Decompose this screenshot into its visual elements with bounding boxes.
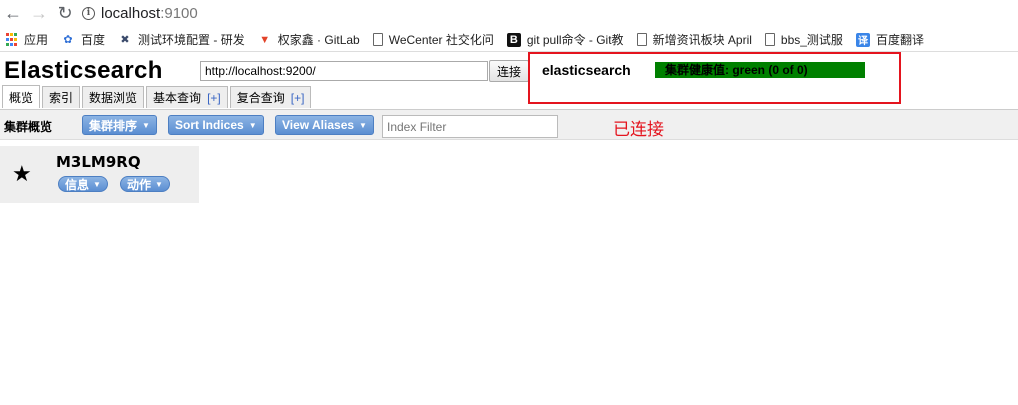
bookmark-test-env[interactable]: ✖ 测试环境配置 - 研发 [118, 31, 245, 48]
back-arrow-icon[interactable]: ← [0, 2, 26, 24]
url-field[interactable]: localhost:9100 [101, 5, 198, 22]
document-icon [764, 33, 775, 46]
bookmark-news-april[interactable]: 新增资讯板块 April [636, 31, 752, 48]
bookmark-bbs-test[interactable]: bbs_测试服 [764, 31, 843, 48]
bookmark-label: 权家鑫 · GitLab [277, 33, 360, 47]
sort-indices-dropdown[interactable]: Sort Indices ▼ [168, 115, 264, 135]
browser-address-bar: ← → ↻ i localhost:9100 [0, 0, 1018, 26]
dropdown-label: 集群排序 [89, 118, 138, 133]
bookmark-label: 应用 [24, 33, 49, 47]
master-star-icon: ★ [12, 161, 32, 186]
index-filter-input[interactable] [382, 115, 558, 138]
reload-icon[interactable]: ↻ [52, 2, 78, 24]
tab-label: 数据浏览 [89, 91, 138, 105]
baidu-paw-icon: ✿ [63, 34, 73, 46]
bookmark-label: bbs_测试服 [780, 33, 843, 47]
document-icon [372, 33, 383, 46]
tools-icon: ✖ [120, 34, 130, 46]
url-host: localhost [101, 4, 161, 22]
document-icon [636, 33, 647, 46]
bookmark-wecenter[interactable]: WeCenter 社交化问 [372, 31, 494, 48]
site-info-icon[interactable]: i [82, 6, 95, 20]
main-tabs: 概览 索引 数据浏览 基本查询 [+] 复合查询 [+] [0, 85, 312, 108]
caret-down-icon: ▼ [142, 120, 150, 130]
connect-button[interactable]: 连接 [489, 60, 529, 82]
pill-label: 信息 [65, 177, 90, 192]
caret-down-icon: ▼ [93, 179, 101, 189]
bold-b-icon: B [506, 32, 521, 47]
forward-arrow-icon[interactable]: → [26, 2, 52, 24]
bookmarks-bar: 应用 ✿ 百度 ✖ 测试环境配置 - 研发 ▼ 权家鑫 · GitLab WeC… [0, 28, 1018, 52]
caret-down-icon: ▼ [359, 120, 367, 130]
gitlab-icon: ▼ [259, 33, 271, 46]
tab-add-link[interactable]: [+] [207, 91, 221, 105]
tab-basic-query[interactable]: 基本查询 [+] [146, 86, 228, 108]
bookmark-label: git pull命令 - Git教 [526, 33, 624, 47]
toolbar-title: 集群概览 [4, 120, 53, 134]
bookmark-gitlab[interactable]: ▼ 权家鑫 · GitLab [258, 31, 360, 48]
sort-cluster-dropdown[interactable]: 集群排序 ▼ [82, 115, 157, 135]
caret-down-icon: ▼ [248, 120, 257, 130]
dropdown-label: View Aliases [282, 118, 355, 132]
bookmark-git-pull[interactable]: B git pull命令 - Git教 [506, 31, 624, 48]
tab-label: 索引 [49, 91, 74, 105]
connect-url-input[interactable] [200, 61, 488, 81]
node-info-button[interactable]: 信息 ▼ [58, 176, 108, 192]
bookmark-label: WeCenter 社交化问 [388, 33, 494, 47]
tab-label: 复合查询 [236, 91, 285, 105]
tab-label: 基本查询 [153, 91, 202, 105]
node-card: ★ M3LM9RQ 信息 ▼ 动作 ▼ [0, 146, 199, 203]
tab-add-link[interactable]: [+] [291, 91, 305, 105]
node-name: M3LM9RQ [56, 153, 141, 171]
bookmark-apps[interactable]: 应用 [4, 31, 48, 48]
bookmark-baidu[interactable]: ✿ 百度 [61, 31, 105, 48]
connected-annotation: 已连接 [613, 120, 664, 139]
node-action-button[interactable]: 动作 ▼ [120, 176, 170, 192]
apps-grid-icon [4, 33, 18, 47]
bookmark-label: 测试环境配置 - 研发 [138, 33, 245, 47]
overview-toolbar: 集群概览 集群排序 ▼ Sort Indices ▼ View Aliases … [0, 109, 1018, 140]
url-port: :9100 [160, 4, 198, 22]
bookmark-baidu-translate[interactable]: 译 百度翻译 [855, 31, 924, 48]
tab-compound-query[interactable]: 复合查询 [+] [229, 86, 312, 108]
view-aliases-dropdown[interactable]: View Aliases ▼ [275, 115, 374, 135]
bookmark-label: 新增资讯板块 April [652, 33, 752, 47]
tab-indices[interactable]: 索引 [42, 86, 81, 108]
caret-down-icon: ▼ [155, 179, 163, 189]
highlight-annotation-box [528, 52, 901, 104]
bookmark-label: 百度 [81, 33, 106, 47]
dropdown-label: Sort Indices [175, 118, 244, 132]
bookmark-label: 百度翻译 [875, 33, 924, 47]
pill-label: 动作 [127, 177, 152, 192]
tab-label: 概览 [9, 90, 34, 105]
translate-icon: 译 [855, 32, 870, 47]
tab-overview[interactable]: 概览 [2, 85, 41, 108]
app-title: Elasticsearch [4, 57, 163, 84]
tab-data-browser[interactable]: 数据浏览 [82, 86, 145, 108]
